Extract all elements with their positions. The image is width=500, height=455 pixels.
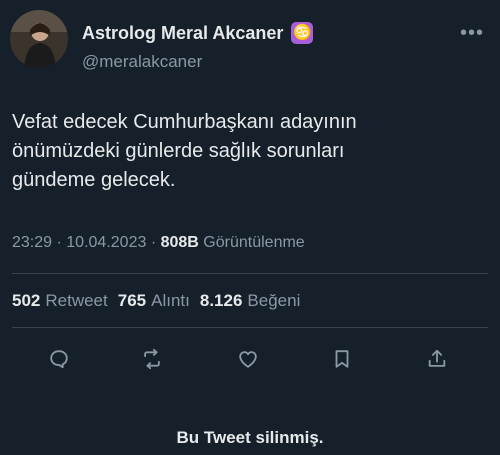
share-button[interactable]	[421, 343, 453, 375]
cancer-zodiac-icon: ♋	[291, 22, 314, 44]
likes-count: 8.126	[199, 291, 243, 310]
like-icon	[239, 351, 257, 368]
bookmark-icon	[335, 350, 349, 368]
reply-button[interactable]	[43, 343, 75, 375]
deleted-notice: Bu Tweet silinmiş.	[176, 428, 324, 447]
like-button[interactable]	[232, 343, 264, 375]
share-icon	[428, 349, 446, 367]
tweet-time[interactable]: 23:29	[12, 234, 52, 251]
likes-label: Beğeni	[247, 291, 301, 310]
views-label: Görüntülenme	[203, 234, 305, 251]
retweet-button[interactable]	[136, 343, 168, 375]
likes-stat[interactable]: 8.126 Beğeni	[200, 291, 300, 311]
retweets-label: Retweet	[45, 291, 108, 310]
name-row: Astrolog Meral Akcaner ♋	[82, 22, 314, 44]
retweets-stat[interactable]: 502 Retweet	[12, 291, 108, 311]
bookmark-button[interactable]	[326, 343, 358, 375]
retweet-icon	[144, 348, 160, 370]
avatar-photo	[10, 10, 68, 68]
meta-separator: ·	[56, 234, 67, 251]
display-name[interactable]: Astrolog Meral Akcaner	[82, 23, 283, 44]
quotes-count: 765	[117, 291, 147, 310]
divider	[12, 273, 488, 274]
action-bar	[0, 343, 500, 375]
tweet-date[interactable]: 10.04.2023	[66, 234, 146, 251]
views-count: 808B	[160, 234, 199, 251]
retweets-count: 502	[12, 291, 41, 310]
tweet-text: Vefat edecek Cumhurbaşkanı adayının önüm…	[12, 111, 357, 191]
divider	[12, 327, 488, 328]
meta-separator: ·	[150, 234, 161, 251]
engagement-stats: 502 Retweet 765 Alıntı 8.126 Beğeni	[12, 291, 300, 311]
quotes-stat[interactable]: 765 Alıntı	[118, 291, 190, 311]
more-options-icon[interactable]: •••	[460, 22, 484, 45]
user-handle[interactable]: @meralakcaner	[82, 52, 202, 72]
tweet-header: Astrolog Meral Akcaner ♋ @meralakcaner •…	[10, 10, 490, 72]
avatar[interactable]	[10, 10, 68, 68]
tweet-meta: 23:29 · 10.04.2023 · 808B Görüntülenme	[12, 234, 305, 252]
quotes-label: Alıntı	[151, 291, 190, 310]
reply-icon	[50, 350, 68, 369]
